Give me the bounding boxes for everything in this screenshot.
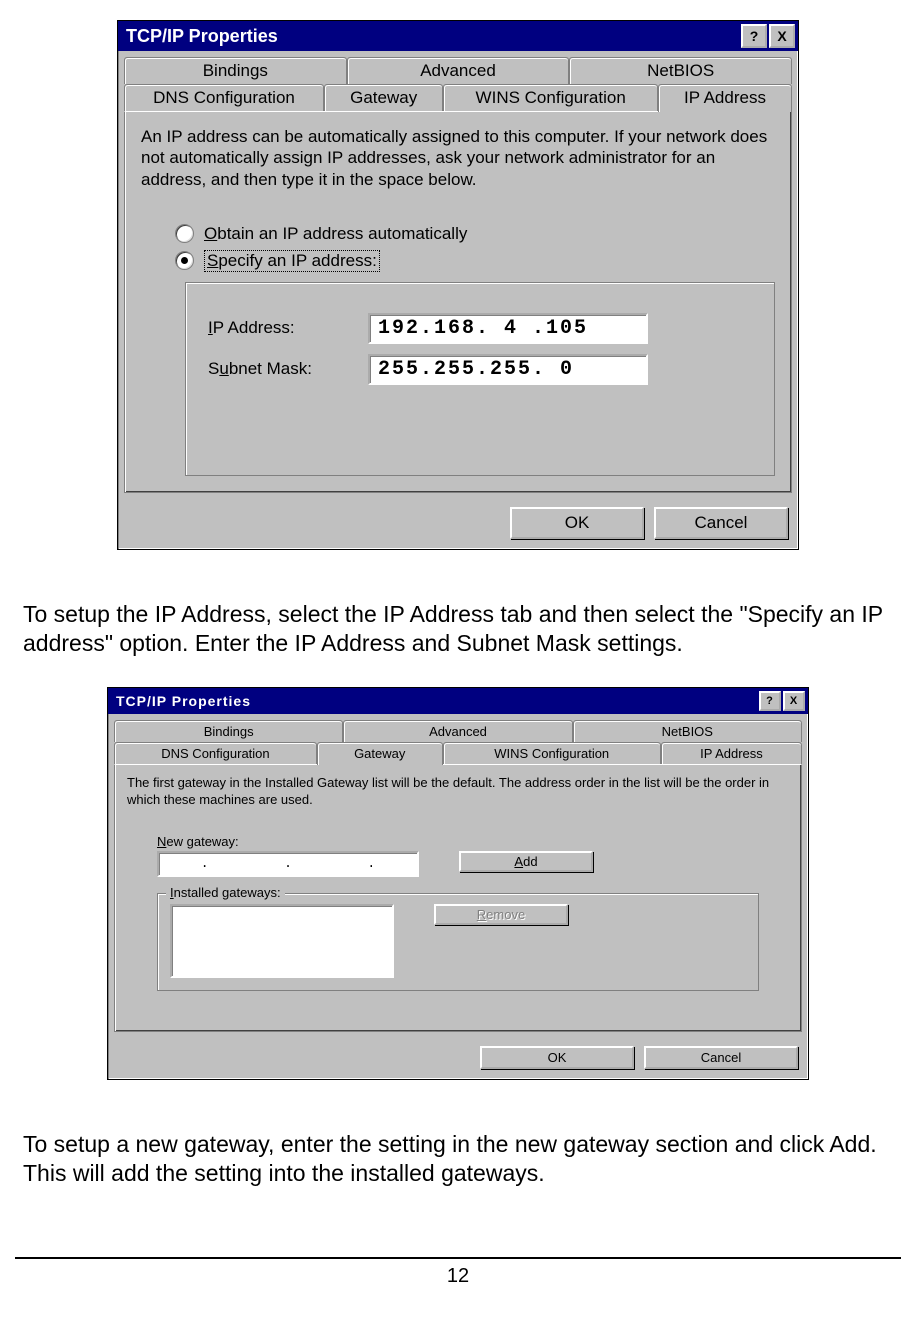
instruction-paragraph-2: To setup a new gateway, enter the settin… (23, 1130, 893, 1188)
tcpip-properties-dialog-gateway: TCP/IP Properties ? X Bindings Advanced … (107, 687, 809, 1080)
tab-bindings[interactable]: Bindings (124, 57, 347, 84)
tab-gateway[interactable]: Gateway (324, 84, 443, 111)
radio-specify[interactable] (175, 251, 194, 270)
remove-button: Remove (434, 904, 568, 925)
dialog-title: TCP/IP Properties (126, 26, 278, 47)
installed-gateways-list[interactable] (170, 904, 394, 978)
tab-dns-configuration[interactable]: DNS Configuration (124, 84, 324, 111)
subnet-mask-input[interactable]: 255.255.255. 0 (368, 354, 648, 385)
new-gateway-input[interactable]: ... (157, 851, 419, 877)
tab-wins-configuration[interactable]: WINS Configuration (443, 84, 658, 111)
tab-ip-address[interactable]: IP Address (658, 84, 792, 112)
button-bar: OK Cancel (108, 1038, 808, 1079)
new-gateway-group: New gateway: ... Add (157, 834, 759, 877)
tab-advanced[interactable]: Advanced (343, 720, 572, 742)
info-text: An IP address can be automatically assig… (141, 126, 775, 190)
titlebar: TCP/IP Properties ? X (118, 21, 798, 51)
ok-button[interactable]: OK (510, 507, 644, 539)
ok-button[interactable]: OK (480, 1046, 634, 1069)
button-bar: OK Cancel (118, 499, 798, 549)
tab-page-ip-address: An IP address can be automatically assig… (124, 111, 792, 493)
radio-specify-label: Specify an IP address: (204, 250, 380, 272)
tab-dns-configuration[interactable]: DNS Configuration (114, 742, 317, 764)
close-button[interactable]: X (783, 691, 805, 711)
tab-row-2: DNS Configuration Gateway WINS Configura… (118, 84, 798, 111)
installed-gateways-group: Installed gateways: Remove (157, 893, 759, 991)
tab-netbios[interactable]: NetBIOS (573, 720, 802, 742)
tab-row-1: Bindings Advanced NetBIOS (118, 51, 798, 84)
new-gateway-label: New gateway: (157, 834, 759, 849)
tab-row-1: Bindings Advanced NetBIOS (108, 714, 808, 742)
page-footer: 12 (15, 1257, 901, 1288)
info-text: The first gateway in the Installed Gatew… (127, 775, 789, 808)
radio-obtain-label: Obtain an IP address automatically (204, 224, 467, 244)
ip-address-label: IP Address: (208, 318, 368, 338)
tab-netbios[interactable]: NetBIOS (569, 57, 792, 84)
tab-row-2: DNS Configuration Gateway WINS Configura… (108, 742, 808, 764)
tab-advanced[interactable]: Advanced (347, 57, 570, 84)
ip-settings-group: IP Address: 192.168. 4 .105 Subnet Mask:… (185, 282, 775, 476)
radio-obtain-row[interactable]: Obtain an IP address automatically (175, 224, 775, 244)
titlebar: TCP/IP Properties ? X (108, 688, 808, 714)
tab-gateway[interactable]: Gateway (317, 742, 443, 765)
radio-obtain[interactable] (175, 224, 194, 243)
tcpip-properties-dialog-ip: TCP/IP Properties ? X Bindings Advanced … (117, 20, 799, 550)
page-number: 12 (447, 1265, 469, 1287)
tab-ip-address[interactable]: IP Address (661, 742, 802, 764)
tab-bindings[interactable]: Bindings (114, 720, 343, 742)
cancel-button[interactable]: Cancel (644, 1046, 798, 1069)
tab-wins-configuration[interactable]: WINS Configuration (443, 742, 661, 764)
installed-gateways-label: Installed gateways: (166, 885, 285, 900)
dialog-title: TCP/IP Properties (116, 693, 251, 709)
help-button[interactable]: ? (741, 24, 767, 48)
subnet-mask-label: Subnet Mask: (208, 359, 368, 379)
ip-address-input[interactable]: 192.168. 4 .105 (368, 313, 648, 344)
tab-page-gateway: The first gateway in the Installed Gatew… (114, 764, 802, 1032)
instruction-paragraph-1: To setup the IP Address, select the IP A… (23, 600, 893, 658)
add-button[interactable]: Add (459, 851, 593, 872)
help-button[interactable]: ? (759, 691, 781, 711)
cancel-button[interactable]: Cancel (654, 507, 788, 539)
radio-specify-row[interactable]: Specify an IP address: (175, 250, 775, 272)
close-button[interactable]: X (769, 24, 795, 48)
